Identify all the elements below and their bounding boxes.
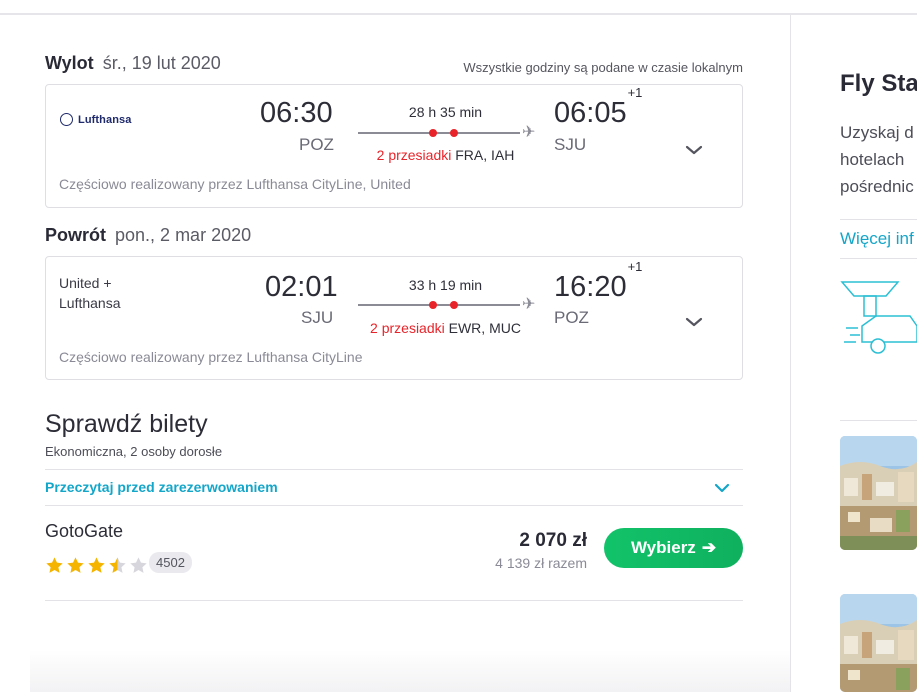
side-panel-text: Uzyskaj d hotelach pośrednic	[840, 123, 914, 196]
chevron-down-icon[interactable]	[714, 480, 730, 496]
arrow-right-icon: ➔	[701, 538, 717, 557]
departure-time: 06:30	[260, 97, 333, 129]
stops-count: 2 przesiadki	[370, 320, 445, 336]
operated-by: Częściowo realizowany przez Lufthansa Ci…	[59, 349, 363, 365]
stop-dot	[429, 301, 437, 309]
outbound-date: śr., 19 lut 2020	[102, 53, 221, 73]
chevron-down-icon[interactable]	[684, 312, 704, 332]
day-offset: +1	[627, 259, 643, 275]
star-icon	[130, 557, 147, 573]
top-border	[0, 13, 917, 15]
stop-dot	[429, 129, 437, 137]
star-icon	[67, 557, 84, 573]
star-icon	[109, 557, 126, 573]
stops-count: 2 przesiadki	[376, 147, 452, 163]
select-button[interactable]: Wybierz ➔	[604, 528, 743, 568]
outbound-label: Wylot	[45, 53, 94, 73]
city-photo[interactable]	[840, 594, 917, 692]
side-panel-title: Fly Sta	[840, 70, 917, 97]
route-line	[358, 301, 520, 309]
divider	[45, 469, 743, 470]
divider	[45, 600, 743, 601]
day-offset: +1	[627, 85, 643, 101]
lufthansa-crane-icon	[60, 113, 73, 126]
arrival-time: 16:20+1	[554, 259, 643, 303]
route-line	[358, 129, 520, 137]
return-label: Powrót	[45, 225, 106, 245]
plane-icon: ✈	[522, 124, 536, 141]
reviews-count: 4502	[149, 552, 192, 573]
stop-dot	[450, 129, 458, 137]
outbound-header: Wylot śr., 19 lut 2020	[45, 53, 221, 74]
vendor-name[interactable]: GotoGate	[45, 521, 123, 542]
rating-stars	[45, 556, 148, 575]
departure-airport: SJU	[301, 308, 334, 327]
departure-airport: POZ	[299, 135, 334, 154]
timezone-note: Wszystkie godziny są podane w czasie lok…	[463, 60, 743, 75]
departure-time: 02:01	[265, 271, 338, 303]
flight-duration: 33 h 19 min	[408, 277, 483, 293]
side-divider	[840, 219, 917, 220]
stop-dot	[450, 301, 458, 309]
star-icon	[88, 557, 105, 573]
operated-by: Częściowo realizowany przez Lufthansa Ci…	[59, 176, 411, 192]
arrival-airport: SJU	[554, 135, 587, 154]
stops-info: 2 przesiadki FRA, IAH	[358, 147, 533, 163]
city-photo[interactable]	[840, 436, 917, 550]
airline-logo: Lufthansa	[60, 113, 131, 126]
stops-airports: EWR, MUC	[448, 320, 521, 336]
return-flight-card[interactable]: United + Lufthansa 02:01 SJU 33 h 19 min…	[45, 256, 743, 380]
side-divider	[840, 258, 917, 259]
column-divider	[790, 15, 791, 692]
arrival-airport: POZ	[554, 308, 589, 327]
ticket-price: 2 070 zł	[519, 530, 587, 551]
star-icon	[46, 557, 63, 573]
chevron-down-icon[interactable]	[684, 140, 704, 160]
divider	[45, 505, 743, 506]
flight-duration: 28 h 35 min	[408, 104, 483, 120]
read-before-booking-link[interactable]: Przeczytaj przed zarezerwowaniem	[45, 479, 278, 495]
airline-logo-text: Lufthansa	[78, 113, 132, 126]
tickets-title: Sprawdź bilety	[45, 410, 208, 438]
stops-airports: FRA, IAH	[455, 147, 515, 163]
side-more-info-link[interactable]: Więcej inf	[840, 229, 914, 249]
car-airport-illustration	[840, 281, 917, 354]
return-header: Powrót pon., 2 mar 2020	[45, 225, 251, 246]
tickets-subtitle: Ekonomiczna, 2 osoby dorosłe	[45, 444, 223, 459]
arrival-time: 06:05+1	[554, 85, 643, 129]
ticket-price-total: 4 139 zł razem	[495, 555, 587, 571]
plane-icon: ✈	[522, 296, 536, 313]
bottom-shadow	[30, 650, 790, 692]
outbound-flight-card[interactable]: Lufthansa 06:30 POZ 28 h 35 min ✈ 2 prze…	[45, 84, 743, 208]
airline-names: United + Lufthansa	[59, 275, 121, 311]
return-date: pon., 2 mar 2020	[115, 225, 252, 245]
side-divider	[840, 420, 917, 421]
select-button-label: Wybierz	[630, 538, 696, 557]
stops-info: 2 przesiadki EWR, MUC	[358, 320, 533, 336]
